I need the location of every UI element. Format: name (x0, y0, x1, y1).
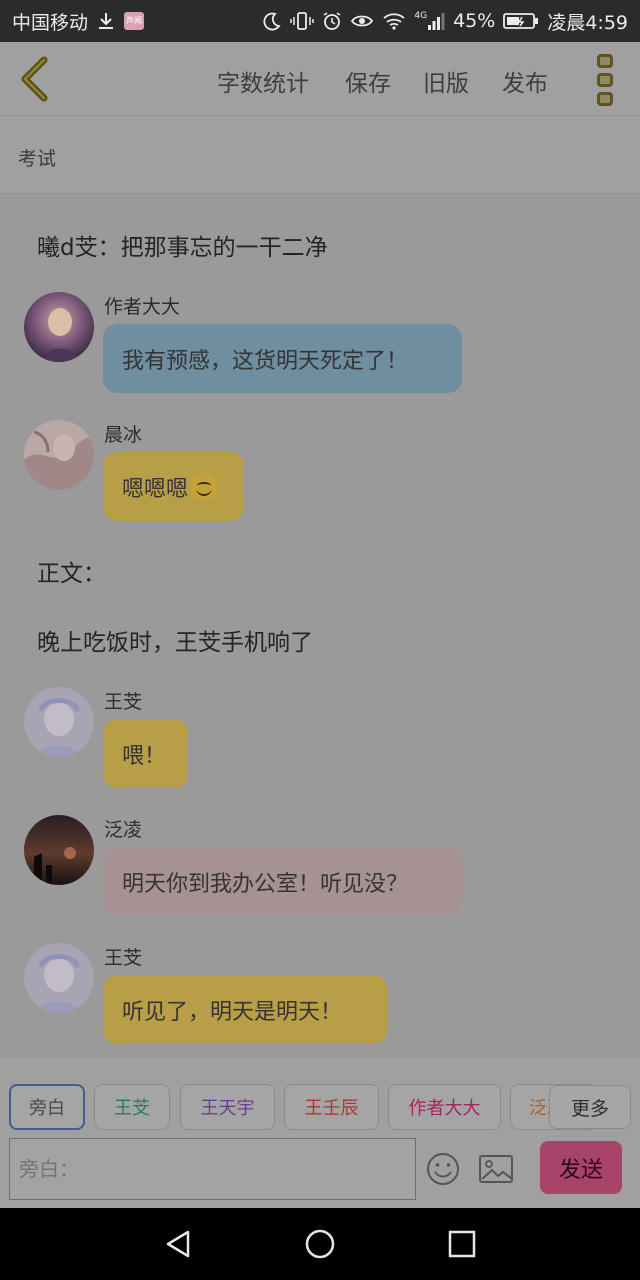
message-bubble: 我有预感，这货明天死定了！ (103, 324, 462, 393)
battery-icon (503, 11, 539, 31)
narration-line[interactable]: 曦d芠：把那事忘的一干二净 (37, 228, 328, 262)
app-badge-icon: 声闻 (124, 12, 145, 30)
avatar (24, 420, 94, 490)
message-text: 嗯嗯嗯 (122, 476, 189, 502)
send-button[interactable]: 发送 (540, 1141, 622, 1194)
wifi-icon (382, 11, 406, 31)
avatar (24, 292, 94, 362)
home-circle-icon[interactable] (302, 1226, 338, 1262)
image-icon[interactable] (478, 1154, 514, 1184)
smile-emoji-icon (190, 472, 219, 501)
clock-time: 凌晨4:59 (547, 11, 628, 34)
composer: 发送 (0, 1134, 640, 1208)
message-text: 喂！ (122, 743, 167, 769)
emoji-icon[interactable] (426, 1152, 460, 1186)
chat-message[interactable]: 王芠 听见了，明天是明天！ (0, 943, 640, 1053)
speaker-name: 晨冰 (104, 424, 143, 446)
character-chip[interactable]: 王天宇 (180, 1084, 275, 1130)
avatar (24, 687, 94, 757)
back-button[interactable] (14, 54, 54, 104)
chapter-title-bar: 考试 (0, 116, 640, 194)
chat-message[interactable]: 晨冰 嗯嗯嗯 (0, 420, 640, 530)
character-chip[interactable]: 王壬辰 (284, 1084, 379, 1130)
narration-line[interactable]: 正文： (37, 554, 106, 588)
word-count-button[interactable]: 字数统计 (217, 64, 309, 98)
chip-label: 王壬辰 (304, 1098, 359, 1119)
moon-icon (262, 11, 282, 31)
vibrate-icon (290, 11, 315, 31)
speaker-name: 作者大大 (104, 296, 181, 318)
message-bubble: 听见了，明天是明天！ (103, 975, 387, 1044)
speaker-name: 王芠 (104, 947, 143, 969)
message-bubble: 喂！ (103, 719, 188, 788)
editor-toolbar: 字数统计 保存 旧版 发布 (0, 42, 640, 116)
character-chip[interactable]: 作者大大 (388, 1084, 501, 1130)
speaker-name: 王芠 (104, 691, 143, 713)
system-navigation-bar (0, 1208, 640, 1280)
story-content: 曦d芠：把那事忘的一干二净 作者大大 我有预感，这货明天死定了！ 晨冰 嗯嗯嗯 … (0, 194, 640, 1058)
message-text: 听见了，明天是明天！ (122, 999, 343, 1025)
character-selector: 旁白 王芠 王天宇 王壬辰 作者大大 泛凌 更多 (0, 1058, 640, 1134)
character-chip[interactable]: 王芠 (94, 1084, 170, 1130)
message-bubble: 嗯嗯嗯 (103, 452, 244, 521)
narration-line[interactable]: 晚上吃饭时，王芠手机响了 (37, 623, 313, 657)
chat-message[interactable]: 泛凌 明天你到我办公室！听见没？ (0, 815, 640, 925)
signal-icon: 4G (414, 11, 445, 31)
recents-square-icon[interactable] (444, 1226, 480, 1262)
save-button[interactable]: 保存 (345, 64, 391, 98)
more-characters-button[interactable]: 更多 (549, 1085, 631, 1129)
character-chip-narrator[interactable]: 旁白 (9, 1084, 85, 1130)
speaker-name: 泛凌 (104, 819, 143, 841)
old-version-button[interactable]: 旧版 (423, 64, 469, 98)
carrier-name: 中国移动 (12, 11, 89, 34)
chapter-title[interactable]: 考试 (18, 144, 56, 171)
message-bubble: 明天你到我办公室！听见没？ (103, 847, 462, 916)
eye-icon (350, 11, 374, 31)
message-input[interactable] (9, 1138, 416, 1200)
message-text: 我有预感，这货明天死定了！ (122, 348, 409, 374)
download-icon (96, 11, 116, 31)
chip-label: 作者大大 (408, 1098, 481, 1119)
status-bar: 中国移动 声闻 4G 45% 凌晨4:59 (0, 0, 640, 42)
network-type-label: 4G (414, 11, 428, 21)
chat-message[interactable]: 作者大大 我有预感，这货明天死定了！ (0, 292, 640, 402)
chat-message[interactable]: 王芠 喂！ (0, 687, 640, 797)
avatar (24, 943, 94, 1013)
message-text: 明天你到我办公室！听见没？ (122, 871, 409, 897)
battery-percent: 45% (453, 10, 496, 32)
avatar (24, 815, 94, 885)
chip-label: 旁白 (29, 1098, 65, 1119)
publish-button[interactable]: 发布 (502, 64, 548, 98)
back-triangle-icon[interactable] (160, 1226, 196, 1262)
chip-label: 王芠 (114, 1098, 150, 1119)
vertical-more-icon[interactable] (592, 54, 618, 106)
chevron-left-icon (21, 56, 48, 102)
alarm-icon (322, 11, 342, 31)
chip-label: 王天宇 (200, 1098, 255, 1119)
